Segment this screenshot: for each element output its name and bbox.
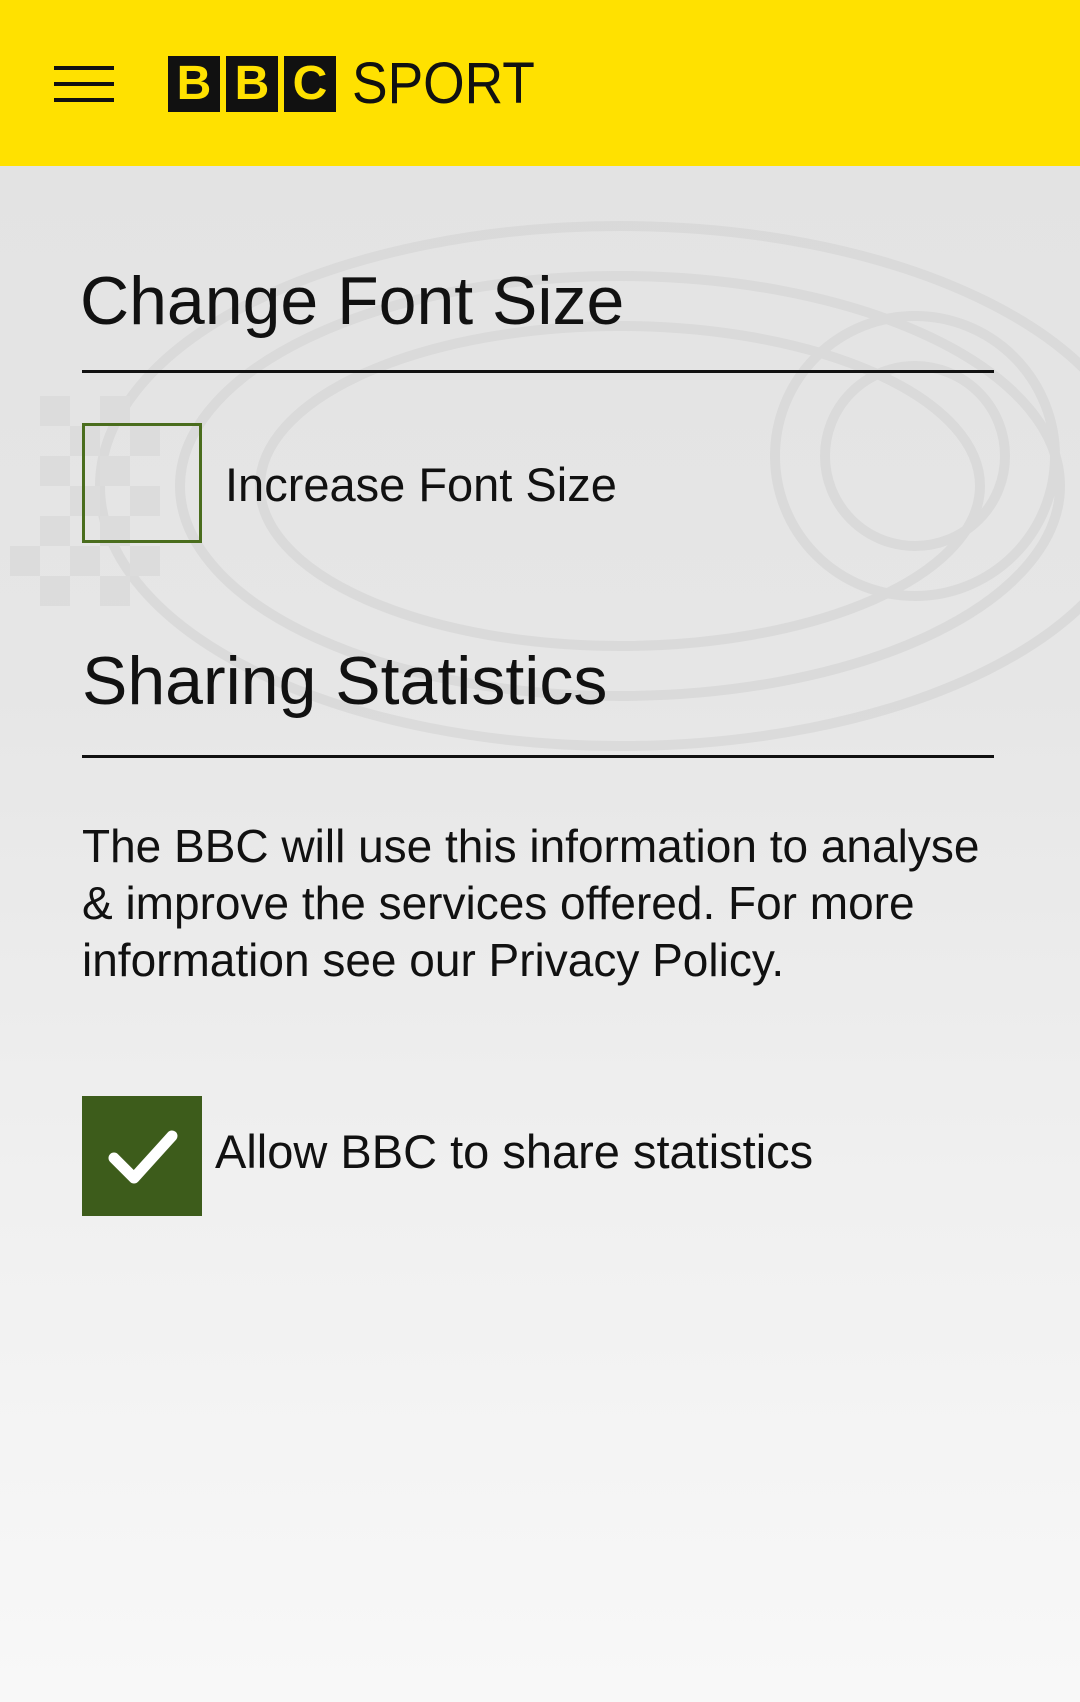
share-statistics-label[interactable]: Allow BBC to share statistics xyxy=(215,1124,813,1179)
font-size-section-title: Change Font Size xyxy=(80,263,625,339)
logo-letter: B xyxy=(226,56,278,112)
increase-font-size-checkbox[interactable] xyxy=(82,423,202,543)
divider xyxy=(82,755,994,758)
sharing-section-title: Sharing Statistics xyxy=(82,643,608,719)
share-statistics-checkbox[interactable] xyxy=(82,1096,202,1216)
increase-font-size-label[interactable]: Increase Font Size xyxy=(225,457,617,512)
top-app-bar: B B C SPORT xyxy=(0,0,1080,166)
divider xyxy=(82,370,994,373)
checkmark-icon xyxy=(108,1130,178,1184)
bbc-sport-logo[interactable]: B B C SPORT xyxy=(168,51,551,116)
logo-letter: C xyxy=(284,56,336,112)
hamburger-menu-icon[interactable] xyxy=(54,64,114,104)
logo-word: SPORT xyxy=(352,51,535,116)
logo-letter: B xyxy=(168,56,220,112)
sharing-description: The BBC will use this information to ana… xyxy=(82,820,980,986)
